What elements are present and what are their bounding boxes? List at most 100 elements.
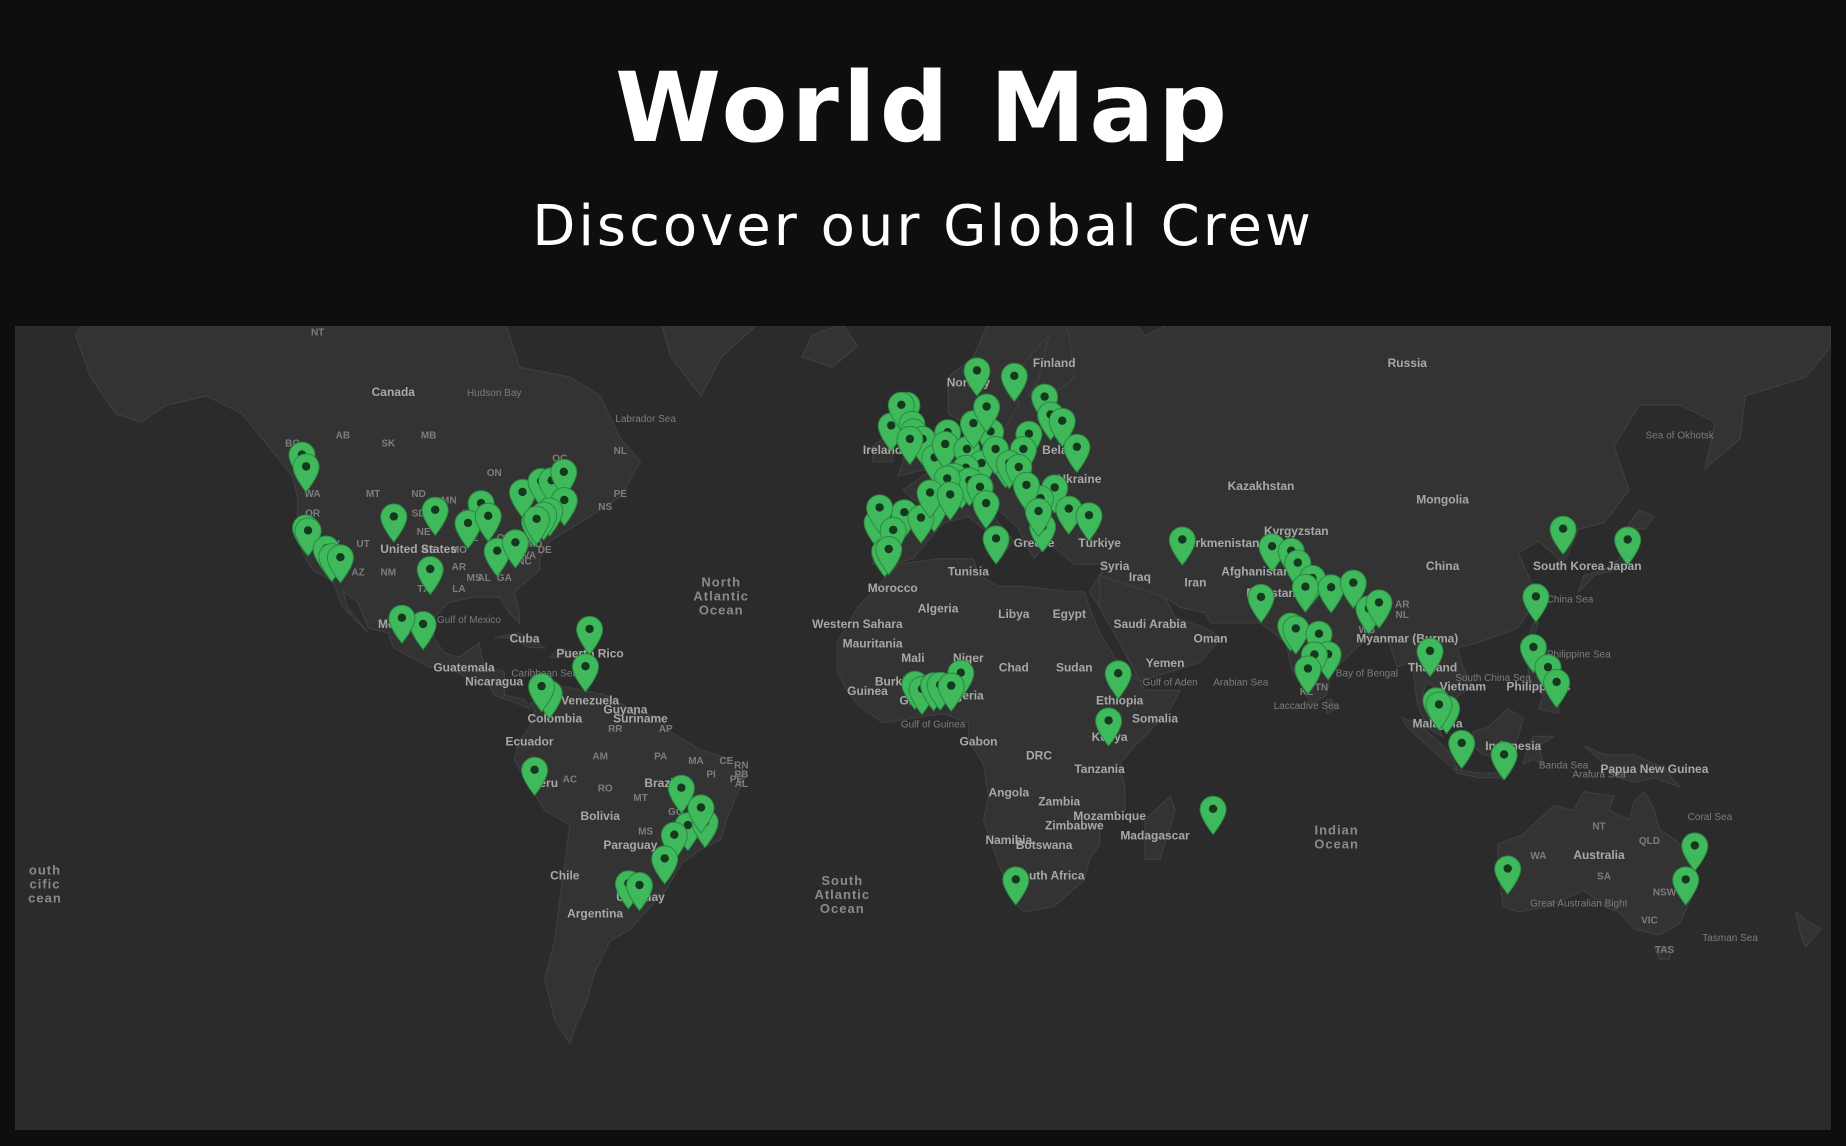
sea-label: Coral Sea [1688,812,1733,823]
landmass-new-zealand-n [1794,910,1822,949]
world-map-canvas[interactable]: NTABSKMBONQCNLBCNSPEWA MT NDMNOR SDNEUTKS MO… [15,326,1831,1130]
country-label: Libya [998,607,1030,621]
landmass-java [1450,767,1505,779]
region-label: NM [381,568,397,579]
page-subtitle: Discover our Global Crew [532,194,1314,259]
landmass-hokkaido [1628,509,1656,530]
sea-label: Labrador Sea [615,414,676,425]
sea-label: Great Australian Bight [1530,899,1627,910]
map-pin-icon[interactable] [572,653,599,693]
region-label: NE [417,527,431,538]
sea-label: Arabian Sea [1213,678,1268,689]
ocean-label-line: Atlantic [693,588,749,603]
sea-label: Sea of Okhotsk [1646,431,1715,442]
ocean-label: Indian Ocean [1314,822,1359,851]
ocean-label-line: North [701,574,741,589]
region-label: PI [706,770,716,781]
country-label: Angola [988,785,1029,799]
country-label: Bolivia [581,809,621,823]
region-label: MB [421,431,437,442]
country-label: Sudan [1056,661,1093,675]
landmass-iceland [801,326,859,368]
sea-label: Gulf of Aden [1143,678,1198,689]
country-label: Paraguay [603,838,657,852]
region-label: MA [688,756,704,767]
country-label: Iraq [1129,570,1151,584]
region-label: NSW [1653,888,1677,899]
country-label: Russia [1388,356,1428,370]
country-label: Cuba [510,632,540,646]
country-label: Finland [1033,356,1076,370]
sea-label: Gulf of Mexico [437,615,501,626]
ocean-label: South Atlantic Ocean [814,873,870,916]
country-label: Vietnam [1440,679,1486,693]
country-label: Türkiye [1078,536,1121,550]
ocean-label-line: South [821,873,863,888]
sea-label: Bay of Bengal [1336,668,1398,679]
map-pin-icon[interactable] [1199,795,1227,835]
country-label: Morocco [868,581,918,595]
region-label: AZ [351,568,364,579]
ocean-label-line: Ocean [1314,836,1359,851]
country-label: Chad [999,661,1029,675]
country-label: Syria [1100,559,1130,573]
map-pin-icon[interactable] [1522,583,1550,623]
ocean-label-line: outh [29,863,61,878]
country-label: Iran [1184,575,1206,589]
region-label: PA [654,751,667,762]
region-label: AL [735,779,748,790]
country-label: Canada [372,385,416,399]
sea-label: Tasman Sea [1702,933,1758,944]
ocean-label: North Atlantic Ocean [693,574,749,617]
region-label: NT [311,327,324,338]
ocean-label-line: cean [28,891,62,906]
country-label: Myanmar (Burma) [1356,632,1458,646]
ocean-label-line: Indian [1314,822,1358,837]
country-label: Guatemala [433,661,495,675]
country-label: Algeria [918,602,959,616]
landmass-australia [1497,790,1696,936]
region-label: SK [381,439,396,450]
world-map[interactable]: NT AB SK MB ON QC NL BC NS PE WA MT ND MN OR SD NE UT KS MO… [15,326,1831,1130]
region-label: TAS [1655,945,1675,956]
country-label: South Korea [1533,559,1605,573]
country-label: Mali [901,651,924,665]
region-label: MT [366,489,380,500]
region-label: PE [614,489,628,500]
ocean-label: outh cific cean [28,863,62,906]
country-label: United States [380,542,457,556]
country-label: Ecuador [505,735,553,749]
region-label: CE [719,756,733,767]
country-label: Nicaragua [465,675,523,689]
ocean-label-line: Ocean [820,901,865,916]
country-label: Afghanistan [1221,565,1290,579]
ocean-label-line: Atlantic [814,887,870,902]
country-label: Egypt [1053,607,1086,621]
region-label: WA [1530,851,1546,862]
country-label: Australia [1573,848,1625,862]
region-label: AC [563,774,577,785]
region-label: NL [1396,610,1409,621]
region-label: ND [411,489,425,500]
region-label: NS [598,502,612,513]
country-label: Saudi Arabia [1114,617,1187,631]
region-label: VIC [1641,915,1658,926]
region-label: TN [1315,682,1328,693]
region-label: NT [1592,822,1605,833]
page-title: World Map [615,52,1231,164]
country-label: Zambia [1038,795,1080,809]
sea-label: Gulf of Guinea [901,719,966,730]
region-label: RO [598,784,613,795]
country-label: Mauritania [843,637,903,651]
region-label: UT [356,539,369,550]
map-pin-icon[interactable] [982,525,1010,565]
region-label: QLD [1639,836,1660,847]
country-label: Somalia [1132,712,1178,726]
region-label: LA [452,584,465,595]
country-label: Tunisia [948,565,989,579]
country-label: Mongolia [1416,493,1469,507]
region-label: AB [336,431,350,442]
country-label: Argentina [567,907,623,921]
landmass-greenland [661,326,757,398]
region-label: AR [452,562,467,573]
